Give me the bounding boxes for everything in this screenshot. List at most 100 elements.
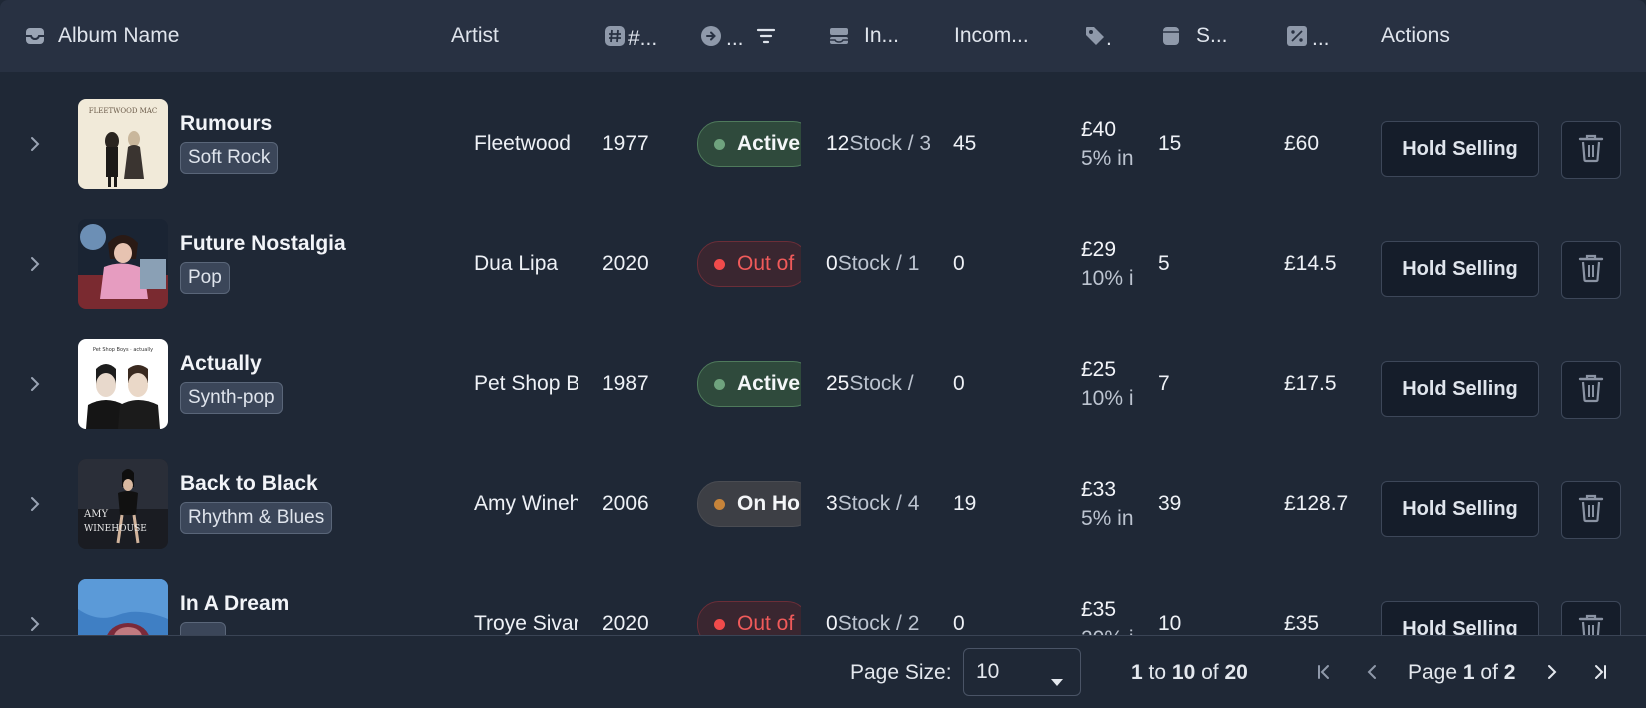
page-word: Page: [1408, 660, 1458, 684]
album-cover: [78, 579, 168, 635]
hold-selling-button[interactable]: Hold Selling: [1381, 121, 1539, 177]
stock-count: 0: [826, 252, 838, 275]
status-label: Out of: [737, 252, 795, 275]
column-header-album-name[interactable]: Album Name: [24, 0, 424, 72]
sold-cell: 7: [1158, 372, 1170, 395]
year-cell: 1977: [602, 132, 649, 155]
inventory-cell: 0 Stock / 1: [826, 204, 930, 324]
delete-button[interactable]: [1561, 241, 1621, 299]
delete-button[interactable]: [1561, 121, 1621, 179]
column-header-label: .: [1106, 27, 1112, 50]
price-note: 5% in: [1081, 507, 1134, 530]
svg-text:WINEHOUSE: WINEHOUSE: [84, 524, 147, 534]
price-cell: £35 20% i: [1081, 564, 1135, 635]
last-page-icon[interactable]: [1586, 658, 1614, 686]
expand-row-chevron-icon[interactable]: [20, 204, 50, 324]
hold-selling-button[interactable]: Hold Selling: [1381, 361, 1539, 417]
column-header-label: ...: [726, 27, 744, 50]
trash-icon: [1578, 613, 1604, 635]
year-cell: 2020: [602, 252, 649, 275]
table-row: In A Dream Troye Sivar 2020 Out of 0 Sto…: [0, 564, 1646, 635]
trash-icon: [1578, 493, 1604, 528]
status-badge: Active: [697, 121, 801, 167]
album-title: Actually: [180, 352, 262, 375]
sold-cell: 15: [1158, 132, 1182, 155]
genre-tag: Pop: [180, 262, 230, 294]
status-dot: [714, 378, 725, 390]
status-cell: Active: [697, 324, 801, 444]
hold-selling-button[interactable]: Hold Selling: [1381, 241, 1539, 297]
delete-button[interactable]: [1561, 361, 1621, 419]
column-header-percent[interactable]: ...: [1286, 0, 1346, 72]
genre-tag: Synth-pop: [180, 382, 283, 414]
column-header-incoming[interactable]: Incom...: [954, 0, 1044, 72]
status-dot: [714, 258, 725, 270]
total-cell: £14.5: [1284, 252, 1337, 275]
delete-button[interactable]: [1561, 481, 1621, 539]
next-page-icon[interactable]: [1538, 658, 1566, 686]
price-note: 10% i: [1081, 267, 1134, 290]
album-title: In A Dream: [180, 592, 290, 615]
sold-cell: 5: [1158, 252, 1170, 275]
archive-icon: [1160, 25, 1182, 47]
inventory-cell: 25 Stock /: [826, 324, 930, 444]
artist-cell: Dua Lipa: [474, 252, 559, 275]
expand-row-chevron-icon[interactable]: [20, 324, 50, 444]
albums-grid: Album Name Artist #... ... In... Incom..…: [0, 0, 1646, 708]
price-cell: £40 5% in: [1081, 84, 1135, 204]
column-header-label: #...: [628, 27, 658, 50]
price-cell: £29 10% i: [1081, 204, 1135, 324]
row-range-summary: 1 to 10 of 20: [1131, 636, 1248, 708]
range-of-word: of: [1201, 660, 1219, 684]
total-cell: £17.5: [1284, 372, 1337, 395]
hold-selling-button[interactable]: Hold Selling: [1381, 601, 1539, 635]
status-dot: [714, 498, 725, 510]
incoming-cell: 19: [953, 492, 977, 515]
status-badge: Out of: [697, 601, 801, 635]
first-page-icon[interactable]: [1310, 658, 1338, 686]
column-header-year[interactable]: #...: [604, 0, 664, 72]
price-value: £25: [1081, 358, 1117, 381]
column-header-price[interactable]: .: [1084, 0, 1124, 72]
price-value: £33: [1081, 478, 1117, 501]
year-cell: 2006: [602, 492, 649, 515]
status-badge: On Ho: [697, 481, 801, 527]
filter-icon[interactable]: [755, 0, 783, 72]
stock-count: 3: [826, 492, 838, 515]
total-cell: £60: [1284, 132, 1320, 155]
sold-cell: 10: [1158, 612, 1182, 635]
column-header-label: ...: [1312, 27, 1330, 50]
year-cell: 2020: [602, 612, 649, 635]
column-header-sold[interactable]: S...: [1160, 0, 1230, 72]
price-note: 5% in: [1081, 147, 1134, 170]
genre-tag: Soft Rock: [180, 142, 279, 174]
column-header-artist[interactable]: Artist: [451, 0, 561, 72]
expand-row-chevron-icon[interactable]: [20, 444, 50, 564]
stock-detail: Stock /: [849, 372, 914, 395]
price-value: £29: [1081, 238, 1117, 261]
table-row: Pet Shop Boys · actually Actually Synth-…: [0, 324, 1646, 444]
incoming-cell: 0: [953, 372, 965, 395]
range-to: 10: [1171, 660, 1196, 684]
status-dot: [714, 618, 725, 630]
expand-row-chevron-icon[interactable]: [20, 84, 50, 204]
incoming-cell: 0: [953, 252, 965, 275]
total-cell: £128.7: [1284, 492, 1349, 515]
delete-button[interactable]: [1561, 601, 1621, 635]
page-size-select[interactable]: 10: [963, 648, 1081, 696]
incoming-cell: 0: [953, 612, 965, 635]
column-header-inventory[interactable]: In...: [828, 0, 908, 72]
price-cell: £25 10% i: [1081, 324, 1135, 444]
previous-page-icon[interactable]: [1358, 658, 1386, 686]
genre-tag: Rhythm & Blues: [180, 502, 333, 534]
incoming-cell: 45: [953, 132, 977, 155]
column-header-status[interactable]: ...: [700, 0, 760, 72]
stock-detail: Stock / 2: [837, 612, 920, 635]
price-note: 10% i: [1081, 387, 1134, 410]
expand-row-chevron-icon[interactable]: [20, 564, 50, 635]
pagination-bar: Page Size: 10 1 to 10 of 20 Page 1 of 2: [0, 635, 1646, 708]
column-header-label: S...: [1196, 24, 1228, 47]
hold-selling-button[interactable]: Hold Selling: [1381, 481, 1539, 537]
status-cell: Out of: [697, 564, 801, 635]
range-from: 1: [1131, 660, 1143, 684]
